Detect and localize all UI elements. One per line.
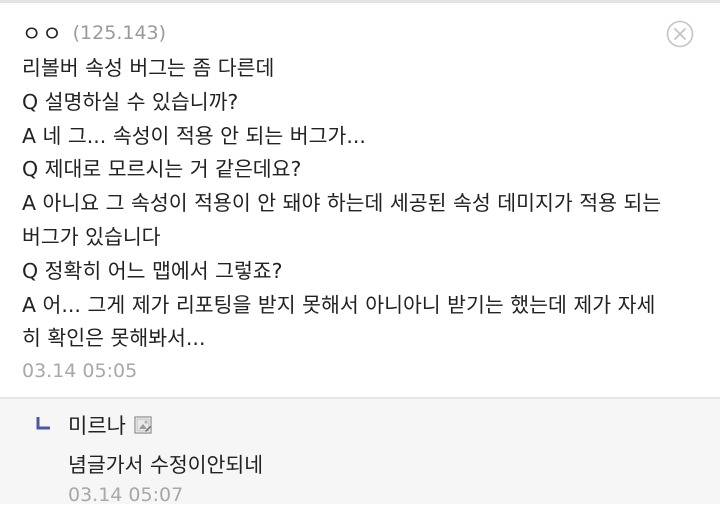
comment-line: A 네 그... 속성이 적용 안 되는 버그가... (22, 123, 366, 148)
comment-line: 리볼버 속성 버그는 좀 다른데 (22, 56, 275, 80)
comment-header: ㅇㅇ (125.143) (22, 19, 166, 47)
comment-line: A 어... 그게 제가 리포팅을 받지 못해서 아니아니 받기는 했는데 제가… (22, 292, 656, 317)
comment-line: Q 제대로 모르시는 거 같은데요? (22, 157, 302, 182)
reply-text: 념글가서 수정이안되네 (68, 453, 264, 477)
comment-ip: (125.143) (72, 22, 167, 44)
reply-arrow-icon (36, 416, 51, 430)
comment-line: 히 확인은 못해봐서... (22, 326, 206, 351)
reply: 미르나 념글가서 수정이안되네 03.14 05:07 (0, 399, 720, 506)
comment-body: 리볼버 속성 버그는 좀 다른데 Q 설명하실 수 있습니까? A 네 그...… (22, 52, 702, 356)
member-badge-icon (134, 416, 152, 434)
comment-line: A 아니요 그 속성이 적용이 안 돼야 하는데 세공된 속성 데미지가 적용 … (22, 191, 662, 216)
comment-author[interactable]: ㅇㅇ (22, 18, 63, 48)
reply-header: 미르나 (68, 411, 152, 439)
comment-line: Q 정확히 어느 맵에서 그렇죠? (22, 258, 283, 283)
reply-timestamp: 03.14 05:07 (68, 484, 184, 506)
comment-line: 버그가 있습니다 (22, 224, 161, 249)
comment-timestamp: 03.14 05:05 (22, 360, 138, 382)
close-circle-icon[interactable] (666, 20, 694, 48)
reply-author[interactable]: 미르나 (68, 410, 126, 440)
comment-line: Q 설명하실 수 있습니까? (22, 89, 239, 114)
comment: ㅇㅇ (125.143) 리볼버 속성 버그는 좀 다른데 Q 설명하실 수 있… (0, 3, 720, 397)
